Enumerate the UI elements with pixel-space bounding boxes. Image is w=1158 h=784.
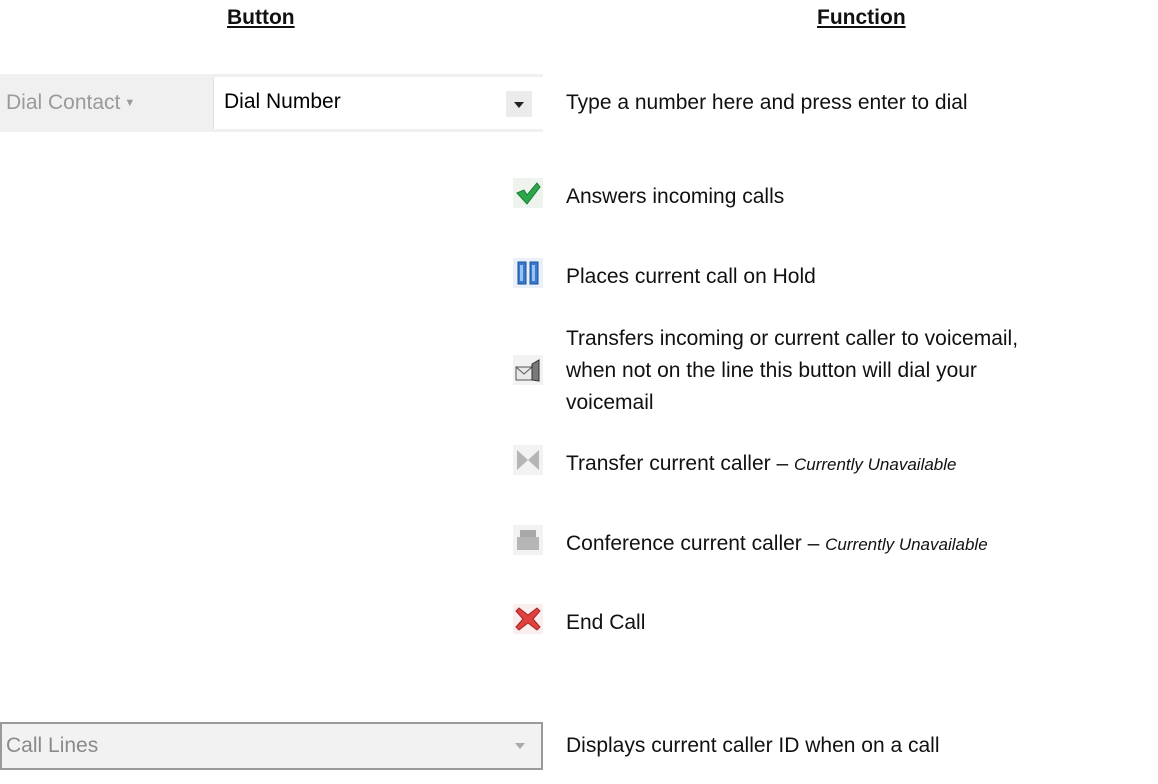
conference-icon bbox=[513, 525, 543, 555]
dial-contact-label: Dial Contact bbox=[6, 91, 121, 114]
transfer-unavailable-note: Currently Unavailable bbox=[793, 455, 957, 474]
answer-description: Answers incoming calls bbox=[566, 185, 785, 208]
transfer-description: Transfer current caller – Currently Unav… bbox=[566, 448, 957, 481]
voicemail-description-line: when not on the line this button will di… bbox=[566, 359, 977, 382]
dial-number-dropdown-button[interactable] bbox=[506, 91, 532, 117]
chevron-down-icon bbox=[515, 743, 525, 749]
voicemail-description-line: Transfers incoming or current caller to … bbox=[566, 327, 1019, 350]
hold-description: Places current call on Hold bbox=[566, 265, 816, 288]
voicemail-description-line: voicemail bbox=[566, 391, 654, 414]
call-lines-label: Call Lines bbox=[6, 734, 99, 757]
button-column-header: Button bbox=[227, 6, 295, 29]
function-column-header: Function bbox=[817, 6, 906, 29]
check-icon[interactable] bbox=[513, 178, 543, 208]
dial-number-input[interactable]: Dial Number bbox=[224, 77, 341, 129]
end-call-icon[interactable] bbox=[513, 604, 543, 634]
transfer-icon bbox=[513, 445, 543, 475]
dial-number-combobox[interactable]: Dial Number bbox=[213, 77, 544, 129]
conference-description: Conference current caller – Currently Un… bbox=[566, 528, 988, 561]
end-call-description: End Call bbox=[566, 611, 646, 634]
dial-toolbar: Dial Contact ▼ Dial Number bbox=[0, 74, 544, 132]
call-lines-dropdown[interactable]: Call Lines bbox=[0, 722, 543, 770]
conference-description-text: Conference current caller – bbox=[566, 532, 826, 555]
hold-icon[interactable] bbox=[513, 258, 543, 288]
conference-unavailable-note: Currently Unavailable bbox=[825, 535, 988, 554]
chevron-down-icon: ▼ bbox=[124, 97, 136, 110]
dial-contact-dropdown[interactable]: Dial Contact ▼ bbox=[6, 74, 135, 132]
voicemail-icon[interactable] bbox=[513, 355, 543, 385]
dial-description: Type a number here and press enter to di… bbox=[566, 91, 968, 114]
transfer-description-text: Transfer current caller – bbox=[566, 452, 794, 475]
voicemail-description: Transfers incoming or current caller to … bbox=[566, 323, 1018, 419]
call-lines-description: Displays current caller ID when on a cal… bbox=[566, 734, 940, 757]
